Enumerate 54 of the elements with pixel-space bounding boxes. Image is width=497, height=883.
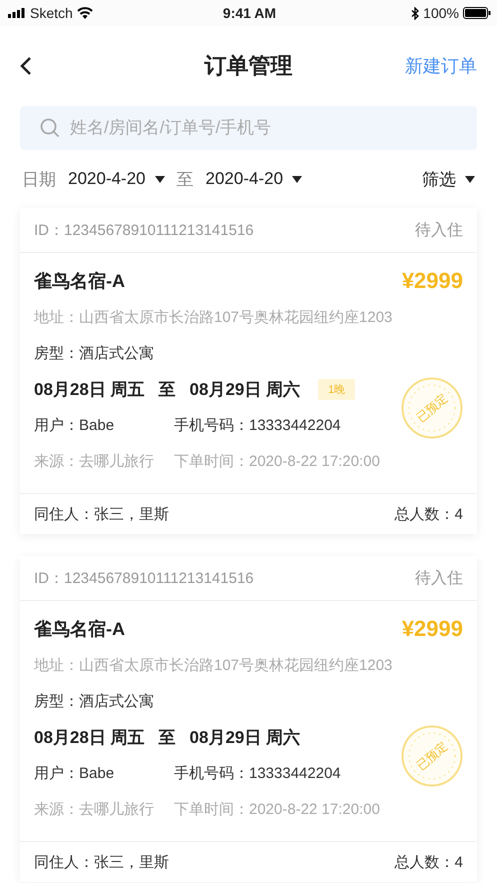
order-id: ID：12345678910111213141516 — [34, 220, 254, 240]
total-guests: 总人数：4 — [394, 504, 463, 524]
check-out-date: 08月29日 周六 — [190, 726, 300, 748]
back-icon[interactable] — [20, 56, 32, 76]
order-status: 待入住 — [415, 220, 463, 240]
signal-icon — [8, 8, 26, 18]
order-price: ¥2999 — [402, 268, 463, 294]
room-type: 房型：酒店式公寓 — [34, 344, 155, 364]
check-in-date: 08月28日 周五 — [34, 726, 145, 748]
caret-icon — [154, 176, 165, 182]
start-date-dropdown[interactable]: 2020-4-20 — [68, 169, 165, 189]
page-title: 订单管理 — [203, 52, 294, 80]
order-card[interactable]: ID：12345678910111213141516 待入住 雀鸟名宿-A ¥2999 地址：山西省太原市长治路107号奥林花园纽约座1203 房型：酒店式公寓 08月28日 周五 至 08月29日 周六 1晚 用户：Babe 手机号码：13333442204 来源：去哪儿旅行 下单时间：2020-8-22 17:20:00 已预定 同住人：张三，里斯 总人数：4 — [20, 208, 477, 534]
cohabitants-text: 同住人：张三，里斯 — [34, 504, 169, 524]
phone-number: 手机号码：13333442204 — [174, 764, 341, 782]
booked-stamp: 已预定 — [401, 377, 463, 439]
date-separator: 至 — [158, 378, 176, 400]
address-text: 地址：山西省太原市长治路107号奥林花园纽约座1203 — [34, 308, 394, 328]
filter-dropdown[interactable]: 筛选 — [422, 168, 475, 190]
order-time: 下单时间：2020-8-22 17:20:00 — [174, 452, 380, 470]
room-type: 房型：酒店式公寓 — [34, 692, 155, 712]
date-separator: 至 — [158, 726, 176, 748]
nights-badge: 1晚 — [318, 378, 356, 400]
battery-percentage: 100% — [423, 5, 459, 21]
battery-icon — [462, 7, 491, 19]
clock-time: 9:41 AM — [222, 5, 276, 21]
search-icon — [40, 118, 60, 138]
phone-number: 手机号码：13333442204 — [174, 416, 341, 434]
order-source: 来源：去哪儿旅行 — [34, 800, 155, 818]
order-time: 下单时间：2020-8-22 17:20:00 — [174, 800, 380, 818]
booked-stamp: 已预定 — [401, 725, 463, 787]
wifi-icon — [76, 7, 93, 19]
end-date-dropdown[interactable]: 2020-4-20 — [206, 169, 302, 189]
caret-icon — [292, 176, 302, 182]
date-label: 日期 — [22, 168, 56, 190]
order-id: ID：12345678910111213141516 — [34, 568, 254, 588]
order-card[interactable]: ID：12345678910111213141516 待入住 雀鸟名宿-A ¥2999 地址：山西省太原市长治路107号奥林花园纽约座1203 房型：酒店式公寓 08月28日 周五 至 08月29日 周六 用户：Babe 手机号码：13333442204 来源：去哪儿旅行 下单时间：2020-8-22 17:20:00 已预定 同住人：张三，里斯 总人数：4 — [20, 556, 477, 882]
bluetooth-icon — [411, 6, 420, 20]
check-out-date: 08月29日 周六 — [190, 378, 300, 400]
user-name: 用户：Babe — [34, 416, 116, 434]
order-source: 来源：去哪儿旅行 — [34, 452, 155, 470]
user-name: 用户：Babe — [34, 764, 116, 782]
address-text: 地址：山西省太原市长治路107号奥林花园纽约座1203 — [34, 656, 394, 676]
cohabitants-text: 同住人：张三，里斯 — [34, 852, 169, 872]
total-guests: 总人数：4 — [394, 852, 463, 872]
check-in-date: 08月28日 周五 — [34, 378, 145, 400]
caret-icon — [465, 176, 475, 182]
order-status: 待入住 — [415, 568, 463, 588]
search-field[interactable]: 姓名/房间名/订单号/手机号 — [20, 106, 477, 150]
hotel-name: 雀鸟名宿-A — [34, 270, 125, 293]
carrier-name: Sketch — [30, 5, 73, 21]
range-separator: 至 — [176, 168, 194, 190]
order-price: ¥2999 — [402, 616, 463, 642]
hotel-name: 雀鸟名宿-A — [34, 618, 125, 641]
